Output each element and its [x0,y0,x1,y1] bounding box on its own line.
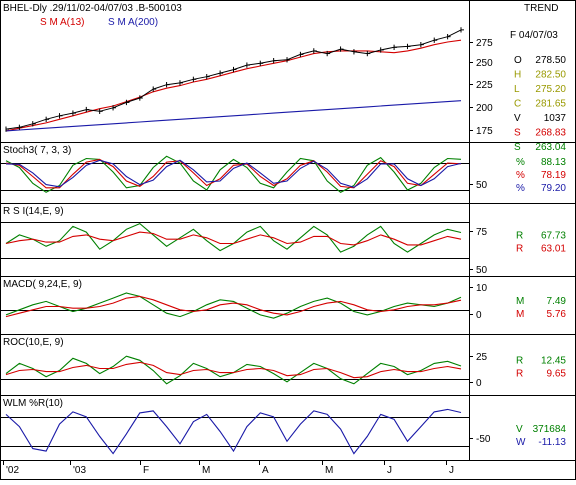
outer-frame [0,0,576,480]
readout-label: R [516,369,523,380]
readout-label: W [516,437,526,448]
x-tick-label: J [387,465,392,476]
readout-value: 263.04 [535,142,566,153]
readout-label: L [514,84,520,95]
readout-value: 63.01 [541,244,566,255]
readout-value: 9.65 [547,369,567,380]
readout-value: 79.20 [541,183,566,194]
readout-label: R [516,231,523,242]
series-layer [5,27,464,455]
series-line-roc-1 [5,361,462,379]
readout-label: R [516,356,523,367]
y-tick-label: 10 [476,283,488,294]
series-line-rsi-1 [5,231,462,246]
x-tick-label: '02 [6,465,19,476]
readout-label: S [514,128,521,139]
y-tick-label: 0 [476,378,482,389]
y-tick-label: 225 [476,80,493,91]
y-tick-label: 75 [476,227,488,238]
series-line-price-2 [5,29,462,130]
readout-label: % [516,170,525,181]
chart-svg: BHEL-Dly .29/11/02-04/07/03 .B-500103 TRE… [0,0,576,480]
chart-root: BHEL-Dly .29/11/02-04/07/03 .B-500103 TRE… [0,0,576,480]
readout-value: 12.45 [541,356,566,367]
readout-label: % [516,183,525,194]
labels-layer: BHEL-Dly .29/11/02-04/07/03 .B-500103 TRE… [3,3,566,476]
x-tick-label: F [143,465,149,476]
series-line-price-0 [5,39,462,132]
y-tick-label: 200 [476,103,493,114]
readout-label: M [516,309,524,320]
readout-label: R [516,244,523,255]
panel-title-roc: ROC(10,E, 9) [3,337,64,348]
series-line-macd-0 [5,292,462,319]
readout-label: H [514,70,521,81]
y-tick-label: 250 [476,58,493,69]
series-line-stoch-0 [5,155,462,193]
readout-value: -11.13 [538,437,566,448]
readout-value: 371684 [533,424,567,435]
readout-value: 281.65 [535,99,566,110]
date-label: F 04/07/03 [510,30,558,41]
readout-value: 7.49 [547,296,567,307]
readout-value: 78.19 [541,170,566,181]
readout-label: % [516,157,525,168]
readout-label: O [514,55,522,66]
panel-title-macd: MACD( 9,24,E, 9) [3,279,82,290]
series-line-rsi-0 [5,222,462,253]
y-tick-label: 275 [476,38,493,49]
panel-title-wlm: WLM %R(10) [3,398,63,409]
panel-title-stoch: Stoch3( 7, 3, 3) [3,145,71,156]
legend-sma200: S M A(200) [108,17,158,28]
y-tick-label: 0 [476,310,482,321]
y-tick-label: 50 [476,265,488,276]
x-tick-label: '03 [73,465,86,476]
readout-value: 88.13 [541,157,566,168]
readout-label: V [516,424,523,435]
x-tick-label: M [202,465,210,476]
y-tick-label: -50 [476,434,491,445]
readout-value: 275.20 [535,84,566,95]
readout-value: 282.50 [535,70,566,81]
readout-label: V [514,113,521,124]
x-tick-label: J [449,465,454,476]
readout-value: 5.76 [547,309,567,320]
readout-value: 268.83 [535,128,566,139]
chart-title: BHEL-Dly .29/11/02-04/07/03 .B-500103 [3,3,182,14]
y-tick-label: 25 [476,352,488,363]
panel-frames [0,0,576,480]
readout-label: S [514,142,521,153]
y-tick-label: 50 [476,180,488,191]
x-tick-label: A [262,465,269,476]
readout-value: 1037 [544,113,567,124]
panel-title-rsi: R S I(14,E, 9) [3,206,64,217]
corner-label: TREND [524,3,558,14]
readout-value: 278.50 [535,55,566,66]
x-tick-label: M [325,465,333,476]
legend-sma13: S M A(13) [40,17,84,28]
readout-value: 67.73 [541,231,566,242]
readout-label: C [514,99,521,110]
readout-label: M [516,296,524,307]
y-tick-label: 175 [476,126,493,137]
